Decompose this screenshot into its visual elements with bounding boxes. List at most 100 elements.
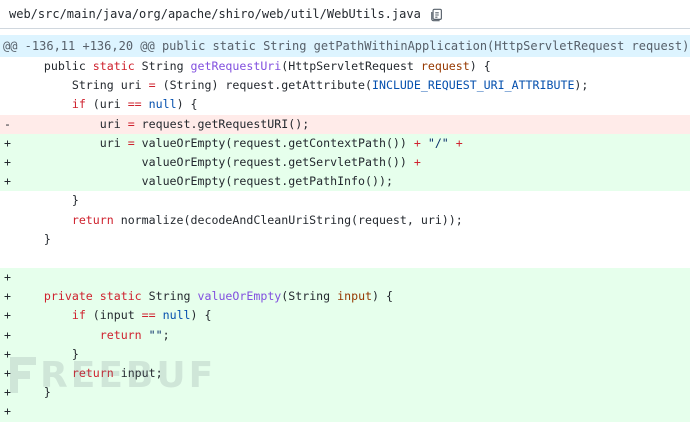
copy-icon[interactable] (430, 7, 444, 22)
diff-marker: + (4, 366, 11, 380)
code-token: (uri (85, 97, 128, 112)
code-text: } (16, 383, 51, 402)
code-token: if (71, 97, 86, 112)
code-text: uri = request.getRequestURI(); (16, 115, 309, 134)
code-token: ; (162, 327, 170, 342)
code-token: } (16, 231, 51, 246)
code-token: + (413, 135, 421, 150)
code-text: if (uri == null) { (16, 95, 198, 114)
code-token: valueOrEmpty (197, 289, 282, 304)
code-token: String (134, 59, 191, 73)
diff-lines: public static String getRequestUri(HttpS… (0, 57, 690, 422)
code-token: } (16, 385, 51, 400)
code-token: = (127, 116, 135, 131)
diff-marker: + (4, 404, 11, 419)
added-line: + private static String valueOrEmpty(Str… (0, 287, 690, 307)
code-token: ) { (372, 289, 393, 304)
added-line: + valueOrEmpty(request.getServletPath())… (0, 152, 690, 173)
code-text: private static String valueOrEmpty(Strin… (16, 287, 393, 306)
code-token: (String) request.getAttribute( (155, 78, 372, 93)
code-token: ) { (190, 308, 212, 323)
context-line: } (0, 229, 690, 249)
code-token: valueOrEmpty(request.getContextPath()) (134, 135, 414, 150)
code-token: == (141, 308, 156, 323)
diff-marker: + (4, 385, 11, 400)
code-token: static (99, 289, 142, 304)
code-token: "" (148, 327, 163, 342)
file-header: web/src/main/java/org/apache/shiro/web/u… (0, 0, 690, 29)
code-token: private (43, 289, 93, 304)
hunk-header: @@ -136,11 +136,20 @@ public static Stri… (0, 35, 690, 57)
code-token: (HttpServletRequest (281, 59, 421, 73)
diff-marker: + (4, 174, 11, 189)
context-line: if (uri == null) { (0, 95, 690, 115)
code-text: } (16, 191, 79, 210)
code-token: input (337, 289, 373, 304)
diff-marker: + (4, 270, 11, 285)
code-token: uri (16, 116, 128, 131)
code-token: ); (574, 78, 589, 93)
code-token: } (16, 193, 79, 208)
code-text: } (16, 230, 51, 249)
diff-marker: + (4, 346, 11, 361)
code-token: String uri (16, 78, 149, 93)
code-text: return normalize(decodeAndCleanUriString… (16, 211, 463, 230)
added-line: + valueOrEmpty(request.getPathInfo()); (0, 172, 690, 192)
code-token: input; (113, 366, 163, 380)
code-token: == (127, 97, 142, 112)
file-path[interactable]: web/src/main/java/org/apache/shiro/web/u… (9, 7, 421, 21)
added-line: + } (0, 383, 690, 403)
code-token: return (99, 327, 142, 342)
code-token: + (413, 154, 421, 169)
code-token: ) { (176, 97, 198, 112)
code-token: request.getRequestURI(); (134, 116, 310, 131)
code-token: INCLUDE_REQUEST_URI_ATTRIBUTE (372, 78, 575, 93)
code-text: valueOrEmpty(request.getServletPath()) + (16, 153, 421, 172)
code-token: valueOrEmpty(request.getServletPath()) (16, 154, 414, 169)
code-text: uri = valueOrEmpty(request.getContextPat… (16, 134, 463, 153)
context-line: public static String getRequestUri(HttpS… (0, 57, 690, 77)
code-token: static (92, 59, 135, 73)
context-line: } (0, 191, 690, 211)
diff-marker: + (4, 135, 11, 150)
code-token: request (420, 59, 470, 73)
code-token: "/" (427, 135, 449, 150)
code-token: null (162, 308, 191, 323)
added-line: + (0, 268, 690, 288)
code-token: + (455, 135, 463, 150)
code-token: ) { (469, 59, 491, 73)
code-token: public (43, 59, 86, 73)
context-line (0, 248, 690, 269)
code-token: return (71, 366, 114, 380)
context-line: String uri = (String) request.getAttribu… (0, 76, 690, 96)
added-line: + } (0, 344, 690, 364)
code-text: public static String getRequestUri(HttpS… (16, 57, 491, 76)
added-line: + (0, 402, 690, 422)
code-token: return (71, 212, 114, 227)
code-token: uri (16, 135, 128, 150)
code-token: (input (85, 308, 142, 323)
context-line: return normalize(decodeAndCleanUriString… (0, 210, 690, 230)
code-text: String uri = (String) request.getAttribu… (16, 76, 589, 95)
removed-line: - uri = request.getRequestURI(); (0, 114, 690, 134)
code-text: return ""; (16, 326, 170, 345)
code-text: if (input == null) { (16, 306, 212, 325)
added-line: + if (input == null) { (0, 306, 690, 326)
code-token: } (16, 346, 79, 361)
diff-marker: + (4, 327, 11, 342)
code-token: valueOrEmpty(request.getPathInfo()); (16, 174, 393, 189)
code-token: String (141, 289, 198, 304)
diff-marker: - (4, 116, 11, 131)
